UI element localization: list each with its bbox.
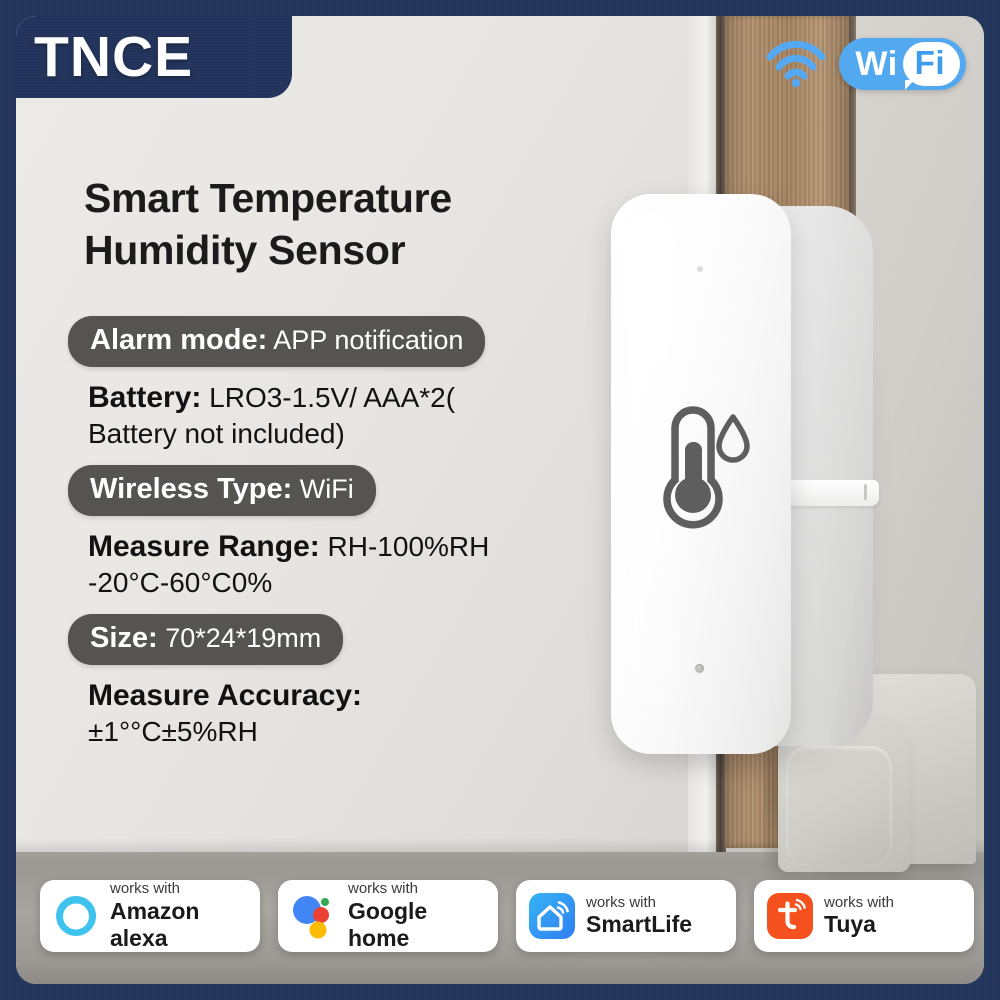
spec-pill: Alarm mode: APP notification [68,316,486,367]
badge-platform-name: Google home [348,897,428,951]
thermometer-humidity-icon [663,406,750,529]
badge-text: works with Google home [348,880,488,952]
badge-works-with-label: works with [824,893,895,911]
spec-pill: Size: 70*24*19mm [68,613,344,665]
spec-key: Wireless Type: [90,472,293,505]
device-notch-line [864,484,867,500]
spec-value: APP notification [267,325,464,355]
wifi-badge-wi: Wi [855,45,898,83]
status-led-indicator [695,664,704,673]
badge-platform-name: Amazon alexa [110,897,200,951]
poster-frame: TNCE Wi Fi Smart Temperature Humidity Se… [0,0,1000,1000]
badge-platform-name: Tuya [824,911,876,938]
tuya-icon [764,890,816,942]
spec-row: Battery: LRO3-1.5V/ AAA*2(Battery not in… [68,379,568,453]
works-with-badge[interactable]: works with Tuya [754,880,974,952]
product-headline: Smart Temperature Humidity Sensor [84,172,604,277]
spec-row: Size: 70*24*19mm [68,613,568,665]
thermometer-icon [663,406,723,529]
brand-logo-text: TNCE [34,24,194,89]
badge-works-with-label: works with [110,880,181,898]
device-front-face [611,194,791,754]
spec-key: Measure Range: [88,529,320,563]
google-assistant-icon [293,896,329,939]
spec-pill: Wireless Type: WiFi [68,464,376,516]
spec-line-1: Battery: LRO3-1.5V/ AAA*2( [88,381,548,415]
brand-logo-tab: TNCE [16,16,292,98]
spec-plain: Battery: LRO3-1.5V/ AAA*2(Battery not in… [68,379,568,453]
spec-plain: Measure Range: RH-100%RH -20°C-60°C0% [68,528,568,602]
badge-works-with-label: works with [348,880,419,898]
spec-line-2: -20°C-60°C0% [88,566,273,598]
headline-line-1: Smart Temperature [84,175,452,221]
badge-text: works with SmartLife [586,894,692,938]
spec-row: Wireless Type: WiFi [68,464,568,516]
works-with-badge-row: works with Amazon alexa works with Google h… [40,880,974,952]
water-drop-icon [716,414,750,463]
smartlife-icon [529,893,575,939]
badge-text: works with Amazon alexa [110,880,250,952]
spec-key: Size: [90,621,158,654]
spec-key: Battery: [88,381,202,414]
spec-line-1: Measure Accuracy: [88,679,548,713]
spec-row: Alarm mode: APP notification [68,316,568,367]
wifi-signal-icon [766,40,826,88]
google-assistant-icon [288,890,340,942]
spec-line-2: Battery not included) [88,418,345,449]
spec-key: Alarm mode: [90,324,268,356]
works-with-badge[interactable]: works with Amazon alexa [40,880,260,952]
tuya-icon [767,893,813,939]
badge-works-with-label: works with [586,893,657,911]
headline-line-2: Humidity Sensor [84,227,406,274]
wifi-badge-bubble: Fi [902,42,960,90]
product-scene: TNCE Wi Fi Smart Temperature Humidity Se… [16,16,984,984]
spec-list: Alarm mode: APP notification Battery: LRO… [68,316,568,762]
spec-value: 70*24*19mm [157,622,322,653]
amazon-alexa-icon [50,890,102,942]
spec-key: Measure Accuracy: [88,678,363,712]
amazon-alexa-icon [56,895,97,936]
badge-text: works with Tuya [824,894,894,938]
spec-plain: Measure Accuracy: ±1°°C±5%RH [68,677,568,751]
spec-value: RH-100%RH [319,530,490,562]
spec-value: LRO3-1.5V/ AAA*2( [201,382,456,413]
spec-row: Measure Range: RH-100%RH -20°C-60°C0% [68,528,568,602]
works-with-badge[interactable]: works with Google home [278,880,498,952]
wifi-header-group: Wi Fi [765,38,966,90]
device-top-dot [697,266,703,272]
smartlife-icon [526,890,578,942]
works-with-badge[interactable]: works with SmartLife [516,880,736,952]
wifi-badge: Wi Fi [839,38,966,90]
spec-line-1: Measure Range: RH-100%RH [88,530,548,564]
spec-row: Measure Accuracy: ±1°°C±5%RH [68,677,568,751]
spec-line-2: ±1°°C±5%RH [88,715,258,747]
badge-platform-name: SmartLife [586,911,693,938]
wifi-badge-fi: Fi [914,44,945,82]
spec-value: WiFi [292,473,354,504]
